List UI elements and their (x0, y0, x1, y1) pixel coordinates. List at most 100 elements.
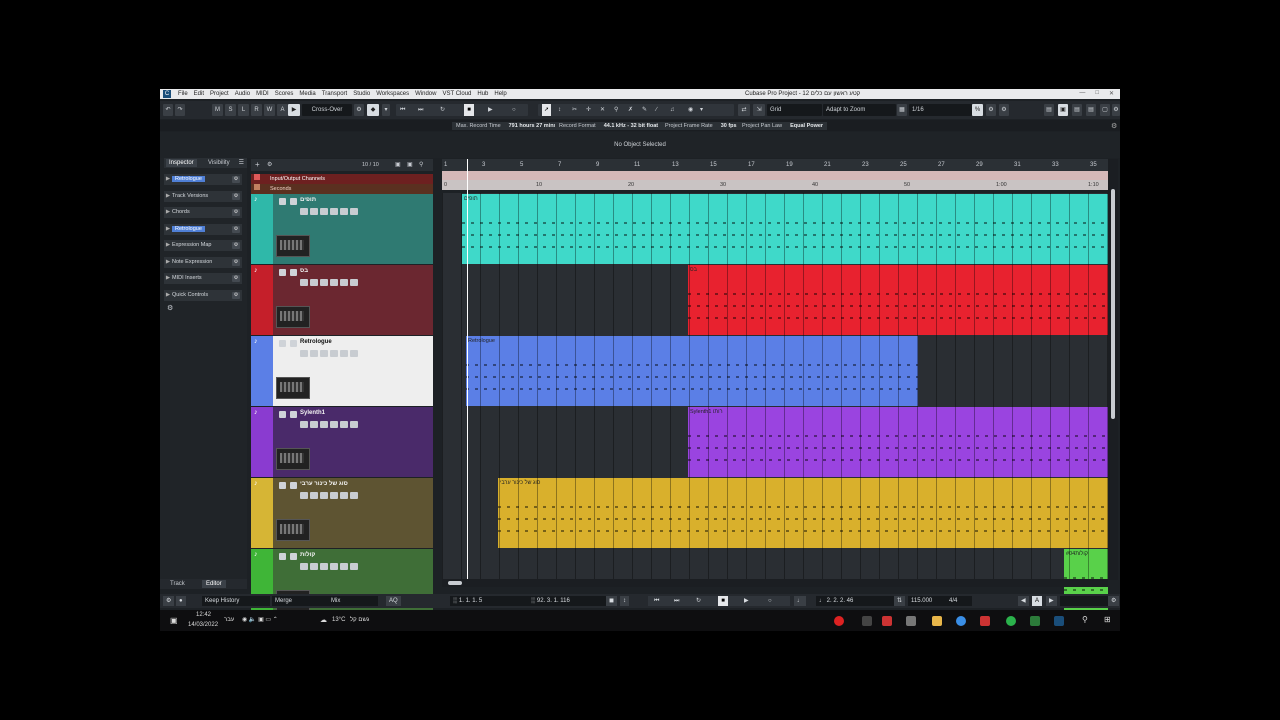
edit-instrument-button[interactable] (340, 208, 348, 215)
instrument-thumbnail[interactable] (276, 306, 310, 328)
close-icon[interactable]: ✕ (1109, 90, 1114, 97)
section-settings-icon[interactable]: ⚙ (232, 242, 240, 249)
expand-icon[interactable]: ▶ (164, 240, 172, 251)
quantize-select[interactable]: 1/16 (909, 104, 972, 116)
record-enable-button[interactable] (300, 279, 308, 286)
tray-expand-icon[interactable]: ⌃ (273, 617, 278, 623)
track-header[interactable]: ♪ בס (251, 265, 433, 335)
language-indicator[interactable]: עבר (224, 617, 234, 623)
write-automation-button[interactable] (330, 279, 338, 286)
dropdown-icon[interactable]: ▾ (382, 104, 390, 116)
track-color-strip[interactable]: ♪ (251, 265, 273, 335)
app-icon-1[interactable] (862, 616, 872, 626)
track-name[interactable]: סוג של כינור ערבי (300, 481, 348, 487)
color-tool-icon[interactable]: ◉ (688, 104, 693, 116)
layout-left-icon[interactable]: ▤ (1044, 104, 1054, 116)
draw-tool-icon[interactable]: ✎ (642, 104, 647, 116)
solo-button[interactable] (290, 411, 297, 418)
write-automation-button[interactable] (330, 421, 338, 428)
go-end-icon[interactable]: ⏭ (418, 104, 423, 116)
track-color-strip[interactable]: ♪ (251, 549, 273, 619)
menu-studio[interactable]: Studio (353, 91, 370, 97)
layout-inspector-icon[interactable]: ▣ (1058, 104, 1068, 116)
expand-icon[interactable]: ▶ (164, 290, 172, 301)
play-icon[interactable]: ▶ (488, 104, 493, 116)
stop-icon[interactable]: ■ (718, 596, 728, 606)
app-icon-3[interactable] (906, 616, 916, 626)
history-select[interactable]: Keep History (202, 596, 270, 606)
vertical-scroll-thumb[interactable] (1111, 189, 1115, 419)
midi-part[interactable]: תופים (462, 194, 1108, 264)
redo-icon[interactable]: ↷ (175, 104, 185, 116)
section-settings-icon[interactable]: ⚙ (232, 275, 240, 282)
mute-button[interactable] (279, 482, 286, 489)
section-settings-icon[interactable]: ⚙ (232, 291, 240, 299)
add-track-icon[interactable]: + (255, 160, 260, 169)
track-name[interactable]: בס (300, 268, 308, 274)
write-automation-button[interactable] (330, 492, 338, 499)
track-visibility-icon[interactable]: ▣ (395, 161, 401, 168)
inspector-section[interactable]: ▶ Expression Map ⚙ (164, 240, 242, 251)
go-end-icon[interactable]: ⏭ (674, 596, 679, 606)
section-settings-icon[interactable]: ⚙ (232, 209, 240, 216)
merge-select[interactable]: Merge (272, 596, 328, 606)
undo-icon[interactable]: ↶ (163, 104, 173, 116)
solo-button[interactable] (290, 340, 297, 347)
solo-button[interactable] (290, 269, 297, 276)
auto-quantize-button[interactable]: AQ (386, 596, 401, 606)
bar-ruler[interactable]: 1 3 5 7 9 11 13 15 17 19 21 23 25 27 29 31 33 35 (442, 159, 1118, 171)
track-color-strip[interactable]: ♪ (251, 194, 273, 264)
track-folding-icon[interactable]: ▣ (407, 161, 413, 168)
tempo-display[interactable]: 115.000 (908, 596, 950, 606)
expand-icon[interactable]: ▶ (164, 174, 172, 185)
track-color-strip[interactable]: ♪ (251, 478, 273, 548)
read-automation-button[interactable] (320, 279, 328, 286)
track-header[interactable]: ♪ קולות (251, 549, 433, 619)
left-locator[interactable]: ░ 1. 1. 1. 5 (450, 596, 528, 606)
go-start-icon[interactable]: ⏮ (400, 104, 405, 116)
track-name[interactable]: תופים (300, 197, 316, 203)
line-tool-icon[interactable]: ∕ (656, 104, 657, 116)
record-icon[interactable]: ○ (512, 104, 516, 116)
volume-icon[interactable]: 🔈 (249, 617, 256, 623)
record-enable-button[interactable] (300, 563, 308, 570)
channel-settings-button[interactable] (350, 208, 358, 215)
crossover-select[interactable]: Cross-Over (302, 104, 352, 116)
position-display[interactable]: ♩ 2. 2. 2. 46 (816, 596, 894, 606)
info-field[interactable]: Project Frame Rate 30 fps (661, 122, 741, 130)
transport-toggle-icon[interactable]: ◆ (367, 104, 379, 116)
instrument-thumbnail[interactable] (276, 448, 310, 470)
menu-audio[interactable]: Audio (235, 91, 250, 97)
range-tool-icon[interactable]: ↕ (558, 104, 561, 116)
metronome-icon[interactable]: ♩ (794, 596, 806, 606)
battery-icon[interactable]: ▭ (265, 617, 271, 623)
play-icon[interactable]: ▶ (744, 596, 749, 606)
track-name[interactable]: Sylenth1 (300, 410, 325, 416)
channel-settings-button[interactable] (350, 492, 358, 499)
ruler-track[interactable]: Seconds (251, 184, 433, 194)
inspector-menu-icon[interactable]: ☰ (239, 159, 244, 166)
expand-icon[interactable]: ▶ (164, 257, 172, 268)
write-automation-button[interactable] (330, 563, 338, 570)
zoom-select[interactable]: Adapt to Zoom (823, 104, 896, 116)
solo-button[interactable] (290, 482, 297, 489)
iterative-quantize-icon[interactable]: % (972, 104, 983, 116)
mix-select[interactable]: Mix (328, 596, 378, 606)
inspector-section[interactable]: ▶ Retrologue ⚙ (164, 174, 242, 185)
track-header[interactable]: ♪ תופים (251, 194, 433, 264)
record-enable-button[interactable] (300, 350, 308, 357)
clock-date[interactable]: 14/03/2022 (188, 622, 218, 628)
track-name[interactable]: Retrologue (300, 339, 332, 345)
inspector-section[interactable]: ▶ Quick Controls ⚙ (164, 289, 242, 301)
minimize-icon[interactable]: — (1079, 90, 1085, 97)
snap-type-icon[interactable]: ⇲ (753, 104, 765, 116)
menu-file[interactable]: File (178, 91, 188, 97)
track-color-strip[interactable]: ♪ (251, 336, 273, 406)
mute-button[interactable] (279, 269, 286, 276)
mode-button-l[interactable]: L (238, 104, 249, 116)
write-automation-button[interactable] (330, 208, 338, 215)
layout-full-icon[interactable]: ▢ (1100, 104, 1110, 116)
section-settings-icon[interactable]: ⚙ (232, 192, 240, 200)
menu-project[interactable]: Project (210, 91, 229, 97)
inspector-section[interactable]: ▶ Note Expression ⚙ (164, 256, 242, 268)
